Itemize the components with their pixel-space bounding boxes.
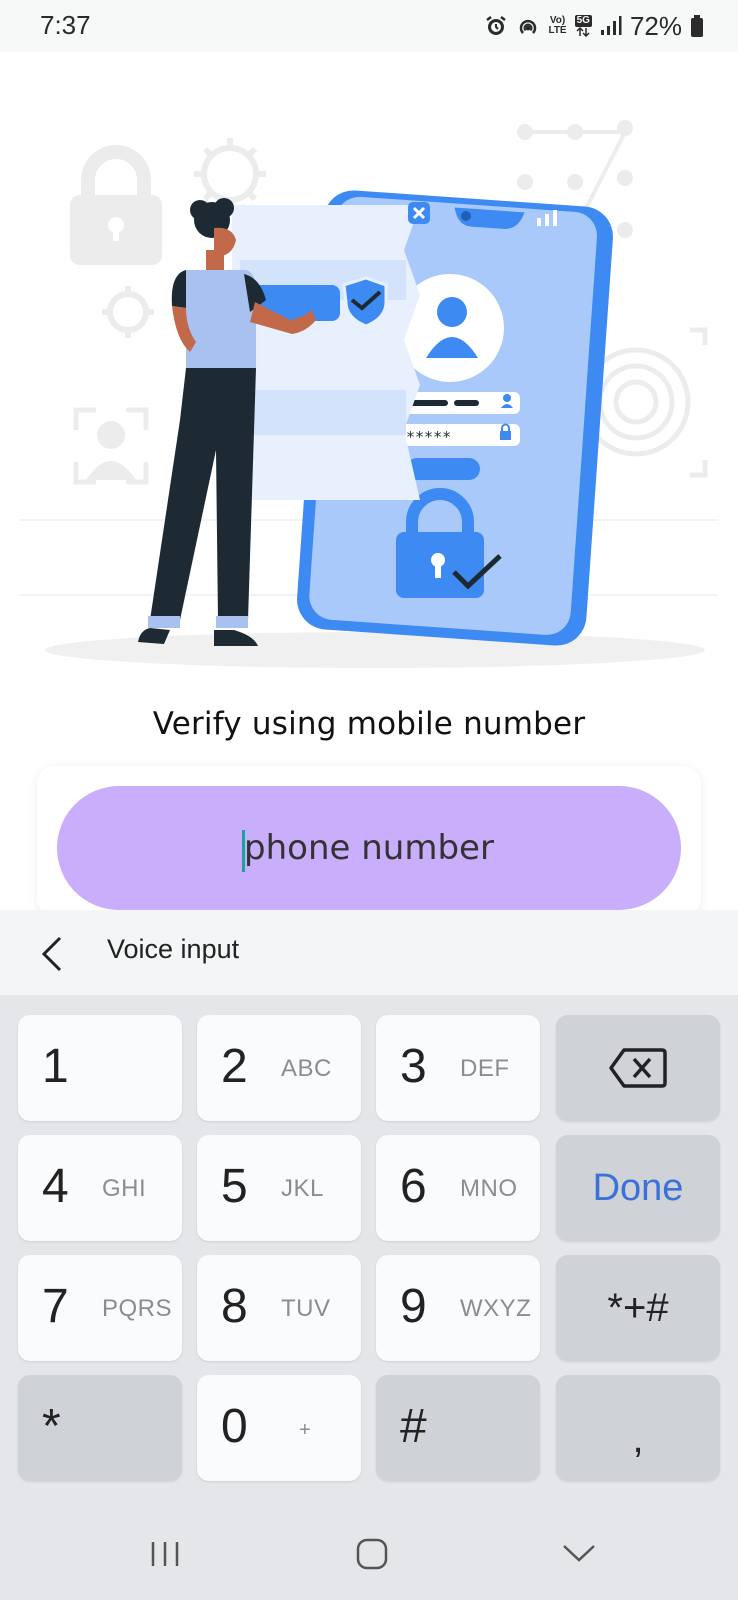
signal-icon <box>600 15 622 37</box>
key-0[interactable]: 0 + <box>197 1375 361 1481</box>
alarm-icon <box>484 14 508 38</box>
star-key[interactable]: * <box>18 1375 182 1481</box>
hash-label: # <box>400 1400 427 1453</box>
key-4[interactable]: 4 GHI <box>18 1135 182 1241</box>
phone-input-placeholder: phone number <box>242 828 494 872</box>
status-icons: Vo) LTE 5G 72% <box>484 10 704 42</box>
recent-apps-icon[interactable] <box>141 1534 191 1574</box>
key-2[interactable]: 2 ABC <box>197 1015 361 1121</box>
key-9[interactable]: 9 WXYZ <box>376 1255 540 1361</box>
battery-icon <box>690 14 704 38</box>
hotspot-icon <box>516 14 540 38</box>
key-7[interactable]: 7 PQRS <box>18 1255 182 1361</box>
home-icon[interactable] <box>347 1534 397 1574</box>
verification-illustration: ***** <box>0 90 738 690</box>
key-5[interactable]: 5 JKL <box>197 1135 361 1241</box>
text-caret <box>242 830 246 872</box>
status-time: 7:37 <box>40 10 91 40</box>
page-title: Verify using mobile number <box>152 706 586 742</box>
chevron-left-icon[interactable] <box>36 934 70 974</box>
comma-key[interactable]: , <box>556 1375 720 1481</box>
symbols-key[interactable]: *+# <box>556 1255 720 1361</box>
voice-input-button[interactable]: Voice input <box>107 934 239 965</box>
svg-text:*****: ***** <box>406 428 451 446</box>
keyboard-toolbar: Voice input <box>0 910 738 995</box>
backspace-icon <box>556 1015 720 1121</box>
status-bar: 7:37 Vo) LTE 5G 72% <box>0 0 738 52</box>
key-8[interactable]: 8 TUV <box>197 1255 361 1361</box>
chevron-down-icon[interactable] <box>554 1534 604 1574</box>
5g-icon: 5G <box>574 15 592 37</box>
done-label: Done <box>592 1166 684 1209</box>
key-6[interactable]: 6 MNO <box>376 1135 540 1241</box>
screen: 7:37 Vo) LTE 5G 72% ***** Verify using m… <box>0 0 738 1600</box>
star-label: * <box>42 1400 61 1453</box>
key-3[interactable]: 3 DEF <box>376 1015 540 1121</box>
volte-icon: Vo) LTE <box>548 15 567 36</box>
hash-key[interactable]: # <box>376 1375 540 1481</box>
backspace-key[interactable] <box>556 1015 720 1121</box>
key-1[interactable]: 1 <box>18 1015 182 1121</box>
done-key[interactable]: Done <box>556 1135 720 1241</box>
symbols-label: *+# <box>607 1285 669 1330</box>
comma-label: , <box>632 1416 644 1461</box>
battery-percent: 72% <box>629 10 682 41</box>
phone-number-input[interactable]: phone number <box>57 786 681 910</box>
navigation-bar <box>0 1510 738 1600</box>
